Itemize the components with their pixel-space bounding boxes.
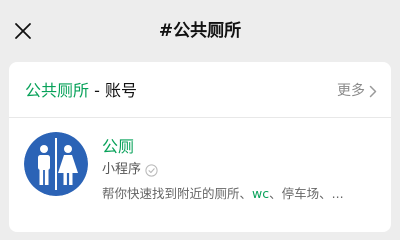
app-logo [24, 132, 88, 196]
more-label: 更多 [337, 83, 365, 99]
page-title: #公共厕所 [158, 21, 242, 41]
app-name: 公厕 [102, 137, 135, 156]
app-type-label: 小程序 [102, 162, 142, 177]
verified-badge-icon [145, 163, 158, 177]
section-title: 公共厕所 - 账号 [25, 80, 137, 102]
section-suffix: - 账号 [89, 81, 137, 100]
desc-highlight: wc [252, 186, 270, 201]
more-link[interactable]: 更多 [337, 81, 377, 101]
section-keyword: 公共厕所 [25, 81, 90, 100]
app-type: 小程序 [102, 160, 158, 180]
mini-program-result[interactable]: 公厕 小程序 帮你快速找到附近的厕所、wc、停车场、... [9, 118, 391, 232]
restroom-icon [24, 132, 88, 196]
desc-after: 、停车场、... [269, 186, 344, 201]
account-results-card: 公共厕所 - 账号 更多 公厕 小程序 帮你快速找到附近的厕所、wc、停车场、.… [9, 62, 391, 232]
app-description: 帮你快速找到附近的厕所、wc、停车场、... [102, 184, 380, 204]
section-header: 公共厕所 - 账号 更多 [9, 62, 391, 118]
desc-before: 帮你快速找到附近的厕所、 [102, 186, 253, 201]
top-bar: #公共厕所 [0, 0, 400, 62]
chevron-right-icon [369, 85, 377, 97]
